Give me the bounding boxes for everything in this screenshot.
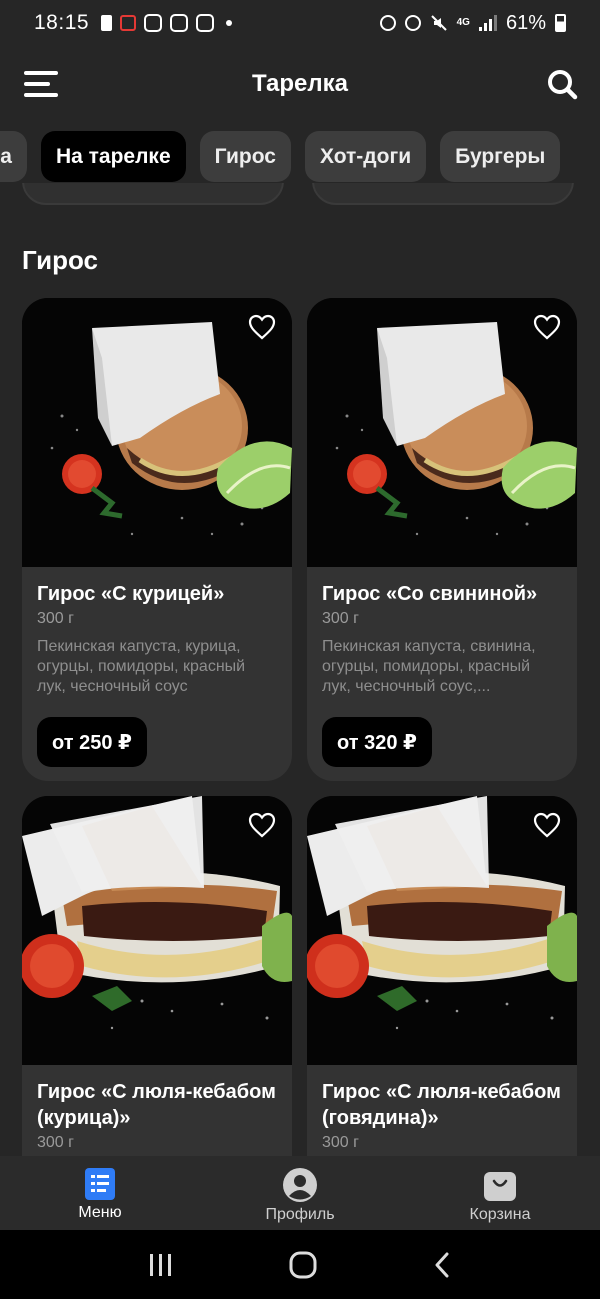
nav-label: Корзина	[469, 1206, 531, 1223]
product-image	[307, 298, 577, 567]
product-weight: 300 г	[322, 1134, 359, 1151]
product-image	[22, 298, 292, 567]
data-saver-icon	[379, 15, 396, 31]
hamburger-icon	[24, 71, 58, 75]
tab-category[interactable]: ма	[0, 131, 27, 182]
price-button[interactable]: от 320 ₽	[322, 717, 432, 767]
menu-list-icon	[85, 1168, 115, 1200]
tab-giros[interactable]: Гирос	[199, 131, 291, 182]
network-type: 4G	[456, 17, 470, 28]
product-name: Гирос «С люля-кебабом (говядина)»	[322, 1081, 561, 1129]
battery-percent: 61%	[505, 11, 546, 34]
more-notifications-icon	[226, 20, 233, 26]
favorite-heart-icon[interactable]	[533, 314, 561, 340]
page-title: Тарелка	[251, 70, 349, 97]
bottom-navigation: Меню Профиль Корзина	[0, 1156, 600, 1230]
profile-icon	[283, 1168, 317, 1202]
app-header: Тарелка	[0, 56, 600, 112]
previous-product-card[interactable]	[22, 183, 284, 205]
hamburger-icon	[24, 93, 58, 97]
previous-product-card[interactable]	[312, 183, 574, 205]
mute-icon	[430, 15, 447, 31]
product-card[interactable]: Гирос «Со свининой» 300 г Пекинская капу…	[307, 298, 577, 781]
battery-icon	[555, 14, 566, 32]
search-icon[interactable]	[546, 68, 578, 100]
home-icon[interactable]	[288, 1250, 318, 1280]
nav-label: Профиль	[265, 1206, 335, 1223]
favorite-heart-icon[interactable]	[533, 812, 561, 838]
instagram-icon	[144, 14, 163, 32]
section-title: Гирос	[22, 245, 98, 275]
alarm-icon	[404, 15, 421, 31]
tab-na-tarelke[interactable]: На тарелке	[40, 131, 186, 182]
hamburger-icon	[24, 82, 50, 86]
nav-item-profile[interactable]: Профиль	[200, 1156, 400, 1230]
instagram-icon	[196, 14, 215, 32]
status-time: 18:15	[34, 11, 90, 34]
product-weight: 300 г	[37, 610, 74, 627]
product-description: Пекинская капуста, свинина, огурцы, поми…	[322, 638, 536, 695]
product-name: Гирос «Со свининой»	[322, 583, 538, 605]
hamburger-menu-button[interactable]	[24, 70, 58, 98]
nav-label: Меню	[78, 1204, 122, 1221]
back-icon[interactable]	[431, 1251, 453, 1279]
menu-content[interactable]: Гирос Гирос «С курицей» 300 г Пекинская …	[0, 183, 600, 1156]
tab-burgers[interactable]: Бургеры	[440, 131, 561, 182]
price-button[interactable]: от 250 ₽	[37, 717, 147, 767]
product-weight: 300 г	[37, 1134, 74, 1151]
cart-icon	[484, 1172, 516, 1201]
product-card[interactable]: Гирос «С люля-кебабом (говядина)» 300 г	[307, 796, 577, 1156]
product-image	[307, 796, 577, 1065]
recent-apps-icon[interactable]	[147, 1252, 175, 1278]
category-tabs: ма На тарелке Гирос Хот-доги Бургеры	[0, 131, 600, 183]
app-notification-icon	[120, 15, 137, 31]
nav-item-menu[interactable]: Меню	[0, 1156, 200, 1230]
tab-hot-dogs[interactable]: Хот-доги	[304, 131, 427, 182]
favorite-heart-icon[interactable]	[248, 812, 276, 838]
system-navigation-bar	[0, 1230, 600, 1299]
product-card[interactable]: Гирос «С люля-кебабом (курица)» 300 г	[22, 796, 292, 1156]
product-description: Пекинская капуста, курица, огурцы, помид…	[37, 638, 246, 695]
favorite-heart-icon[interactable]	[248, 314, 276, 340]
product-name: Гирос «С курицей»	[37, 583, 225, 605]
signal-icon	[478, 15, 497, 31]
product-card[interactable]: Гирос «С курицей» 300 г Пекинская капуст…	[22, 298, 292, 781]
product-name: Гирос «С люля-кебабом (курица)»	[37, 1081, 276, 1129]
instagram-icon	[170, 14, 189, 32]
product-image	[22, 796, 292, 1065]
status-bar: 18:15 4G 61%	[0, 0, 600, 46]
sd-card-icon	[101, 15, 113, 31]
product-weight: 300 г	[322, 610, 359, 627]
nav-item-cart[interactable]: Корзина	[400, 1156, 600, 1230]
